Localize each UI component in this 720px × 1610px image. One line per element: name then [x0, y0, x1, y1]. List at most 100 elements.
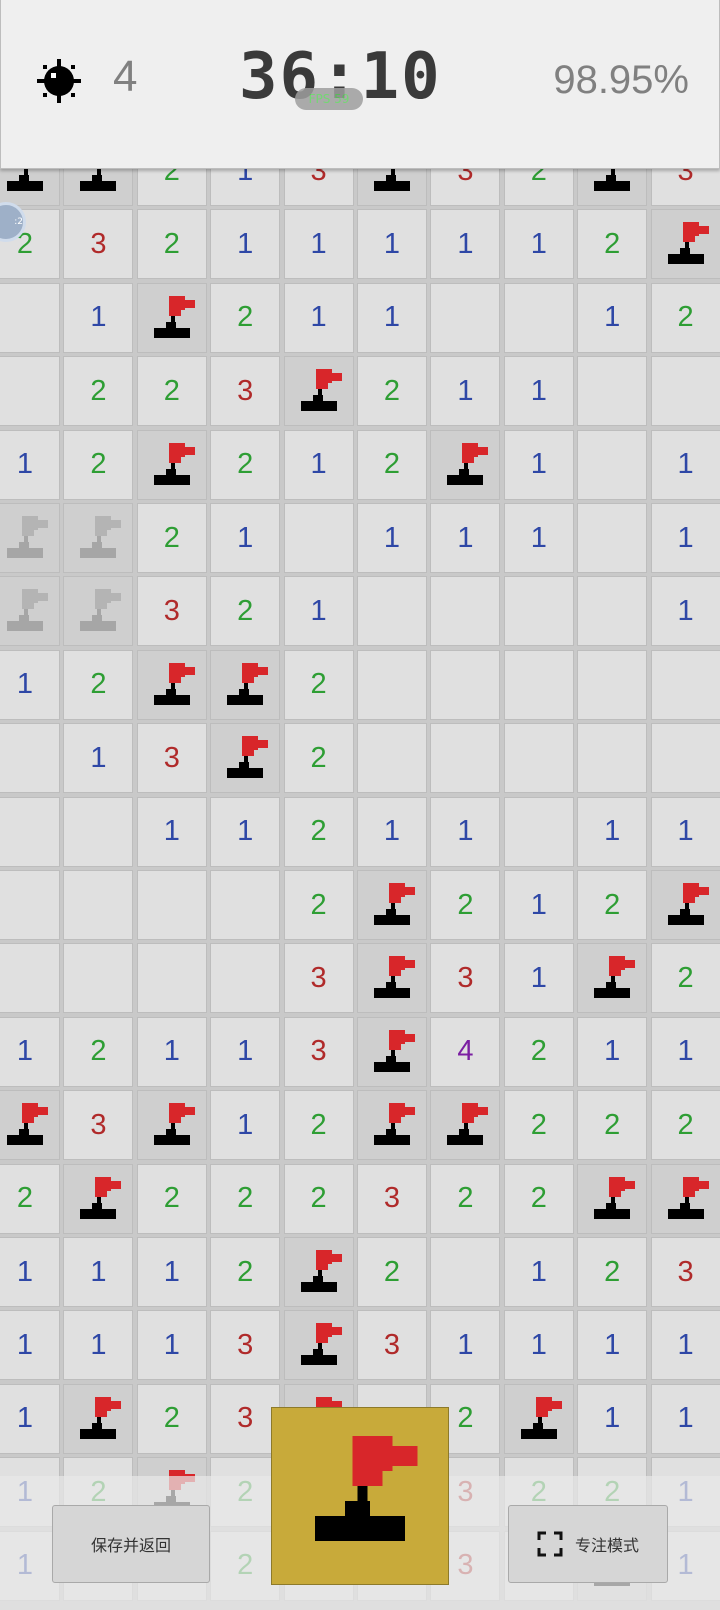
number-cell[interactable]: 2	[0, 1163, 60, 1234]
number-cell[interactable]: 2	[210, 576, 281, 647]
empty-cell[interactable]	[357, 576, 427, 647]
number-cell[interactable]: 3	[136, 576, 207, 647]
empty-cell[interactable]	[0, 282, 60, 353]
empty-cell[interactable]	[0, 723, 60, 794]
number-cell[interactable]: 2	[283, 649, 354, 720]
number-cell[interactable]: 1	[650, 1383, 720, 1454]
empty-cell[interactable]	[0, 870, 60, 940]
flagged-cell[interactable]	[650, 870, 720, 940]
number-cell[interactable]: 1	[357, 503, 427, 573]
flagged-cell[interactable]	[357, 943, 427, 1014]
empty-cell[interactable]	[503, 576, 574, 647]
number-cell[interactable]: 1	[210, 1090, 281, 1161]
empty-cell[interactable]	[0, 796, 60, 867]
flagged-cell[interactable]	[210, 723, 281, 794]
number-cell[interactable]: 2	[283, 796, 354, 867]
number-cell[interactable]: 2	[650, 943, 720, 1014]
number-cell[interactable]: 2	[357, 1237, 427, 1307]
number-cell[interactable]: 3	[63, 1090, 134, 1161]
number-cell[interactable]: 2	[283, 870, 354, 940]
number-cell[interactable]: 1	[503, 429, 574, 500]
number-cell[interactable]: 2	[210, 282, 281, 353]
empty-cell[interactable]	[63, 943, 134, 1014]
number-cell[interactable]: 2	[650, 1090, 720, 1161]
flagged-cell[interactable]	[357, 870, 427, 940]
flagged-cell[interactable]	[136, 282, 207, 353]
flagged-cell[interactable]	[210, 649, 281, 720]
number-cell[interactable]: 2	[577, 1090, 648, 1161]
empty-cell[interactable]	[357, 723, 427, 794]
flagged-cell[interactable]	[650, 1163, 720, 1234]
number-cell[interactable]: 1	[650, 796, 720, 867]
number-cell[interactable]: 2	[357, 429, 427, 500]
number-cell[interactable]: 3	[430, 943, 501, 1014]
number-cell[interactable]: 1	[503, 1237, 574, 1307]
number-cell[interactable]: 2	[63, 649, 134, 720]
empty-cell[interactable]	[503, 723, 574, 794]
flagged-cell[interactable]	[136, 649, 207, 720]
number-cell[interactable]: 2	[430, 870, 501, 940]
empty-cell[interactable]	[577, 723, 648, 794]
number-cell[interactable]: 1	[503, 870, 574, 940]
number-cell[interactable]: 1	[430, 1310, 501, 1381]
number-cell[interactable]: 2	[210, 1163, 281, 1234]
number-cell[interactable]: 1	[430, 356, 501, 427]
empty-cell[interactable]	[0, 943, 60, 1014]
focus-mode-button[interactable]: 专注模式	[508, 1505, 668, 1583]
number-cell[interactable]: 1	[357, 282, 427, 353]
empty-cell[interactable]	[357, 649, 427, 720]
number-cell[interactable]: 1	[0, 1016, 60, 1087]
number-cell[interactable]: 1	[357, 796, 427, 867]
ghost-flag-cell[interactable]	[0, 576, 60, 647]
number-cell[interactable]: 1	[0, 1237, 60, 1307]
number-cell[interactable]: 1	[577, 796, 648, 867]
number-cell[interactable]: 2	[577, 870, 648, 940]
number-cell[interactable]: 1	[136, 796, 207, 867]
number-cell[interactable]: 3	[63, 209, 134, 280]
number-cell[interactable]: 2	[283, 1163, 354, 1234]
empty-cell[interactable]	[63, 796, 134, 867]
number-cell[interactable]: 3	[210, 356, 281, 427]
number-cell[interactable]: 2	[503, 1163, 574, 1234]
empty-cell[interactable]	[136, 943, 207, 1014]
number-cell[interactable]: 3	[283, 1016, 354, 1087]
number-cell[interactable]: 2	[283, 723, 354, 794]
empty-cell[interactable]	[503, 282, 574, 353]
number-cell[interactable]: 2	[136, 209, 207, 280]
number-cell[interactable]: 2	[430, 1163, 501, 1234]
flagged-cell[interactable]	[430, 429, 501, 500]
number-cell[interactable]: 1	[430, 503, 501, 573]
empty-cell[interactable]	[430, 723, 501, 794]
number-cell[interactable]: 1	[650, 1310, 720, 1381]
number-cell[interactable]: 1	[0, 1383, 60, 1454]
number-cell[interactable]: 4	[430, 1016, 501, 1087]
number-cell[interactable]: 2	[136, 356, 207, 427]
number-cell[interactable]: 1	[430, 796, 501, 867]
empty-cell[interactable]	[210, 870, 281, 940]
flagged-cell[interactable]	[63, 1163, 134, 1234]
flagged-cell[interactable]	[136, 1090, 207, 1161]
number-cell[interactable]: 2	[63, 429, 134, 500]
number-cell[interactable]: 1	[650, 429, 720, 500]
number-cell[interactable]: 1	[283, 282, 354, 353]
empty-cell[interactable]	[650, 723, 720, 794]
flagged-cell[interactable]	[650, 209, 720, 280]
empty-cell[interactable]	[136, 870, 207, 940]
number-cell[interactable]: 1	[210, 796, 281, 867]
empty-cell[interactable]	[650, 356, 720, 427]
number-cell[interactable]: 2	[136, 503, 207, 573]
number-cell[interactable]: 2	[283, 1090, 354, 1161]
number-cell[interactable]: 1	[503, 1310, 574, 1381]
number-cell[interactable]: 3	[210, 1310, 281, 1381]
ghost-flag-cell[interactable]	[63, 576, 134, 647]
number-cell[interactable]: 1	[63, 723, 134, 794]
number-cell[interactable]: 2	[357, 356, 427, 427]
empty-cell[interactable]	[577, 429, 648, 500]
number-cell[interactable]: 1	[63, 1310, 134, 1381]
empty-cell[interactable]	[430, 576, 501, 647]
flagged-cell[interactable]	[577, 1163, 648, 1234]
ghost-flag-cell[interactable]	[63, 503, 134, 573]
number-cell[interactable]: 1	[210, 1016, 281, 1087]
number-cell[interactable]: 1	[63, 282, 134, 353]
number-cell[interactable]: 1	[136, 1237, 207, 1307]
